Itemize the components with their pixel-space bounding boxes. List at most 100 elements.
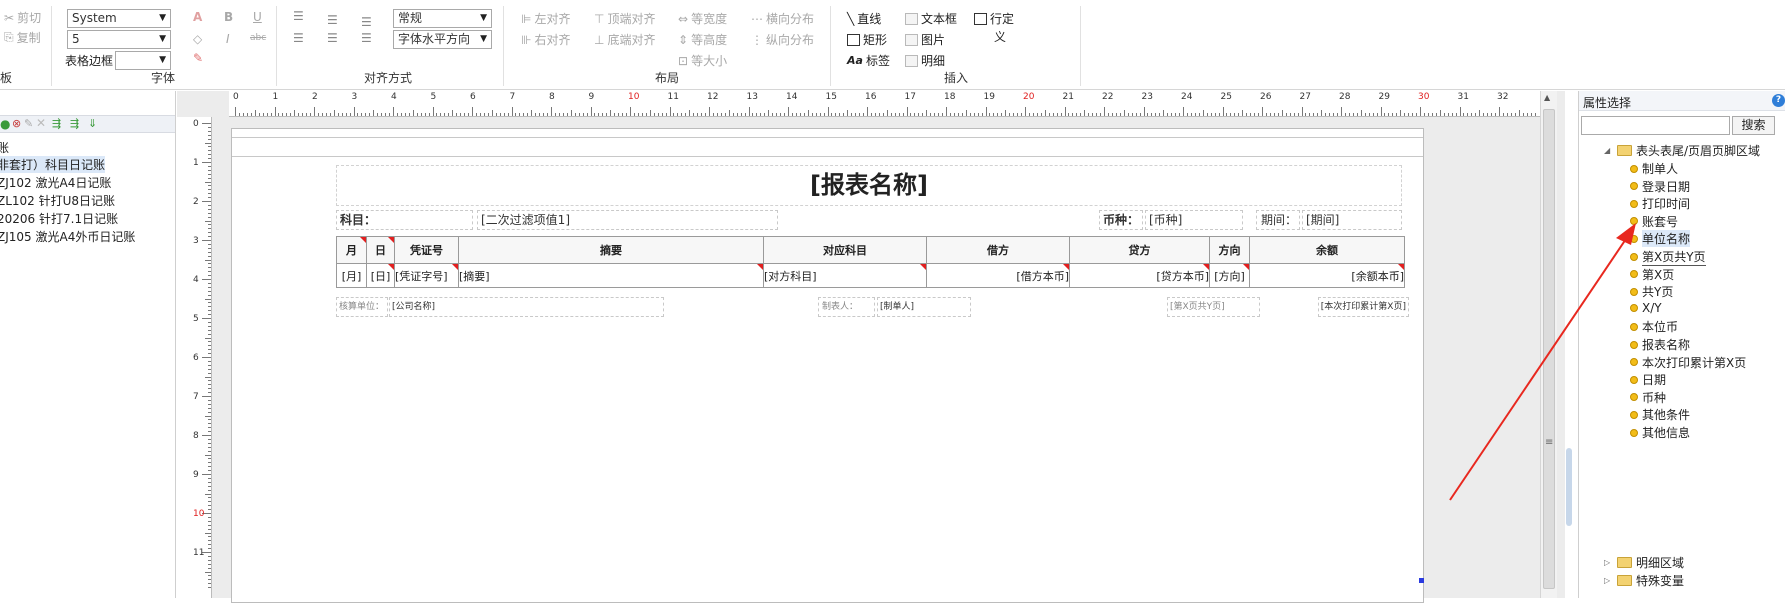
insert-label-button[interactable]: Aa 标签	[847, 52, 890, 69]
maker-label[interactable]: 制表人：	[818, 297, 875, 317]
print-count-field[interactable]: [本次打印累计第X页]	[1318, 297, 1409, 317]
strikethrough-button[interactable]: abc	[250, 33, 266, 43]
table-cell[interactable]: [借方本币]	[926, 263, 1070, 288]
column-header[interactable]: 贷方	[1069, 236, 1210, 264]
tree-leaf-item[interactable]: 制单人	[1630, 160, 1678, 177]
download-icon[interactable]: ⇓	[88, 117, 97, 130]
align-center-icon[interactable]: ☰	[327, 31, 338, 45]
column-header[interactable]: 借方	[926, 236, 1070, 264]
column-header[interactable]: 摘要	[458, 236, 764, 264]
align-middle-icon[interactable]: ☰	[327, 13, 338, 27]
list-item[interactable]: ZL102 针打U8日记账	[0, 192, 115, 209]
insert-rect-button[interactable]: 矩形	[847, 31, 887, 48]
insert-line-button[interactable]: ╲ 直线	[847, 10, 881, 27]
table-cell[interactable]: [贷方本币]	[1069, 263, 1210, 288]
ruler-tick	[1202, 110, 1204, 116]
cut-button[interactable]: ✂ 剪切	[4, 9, 41, 26]
delete-icon[interactable]: ⊗	[12, 117, 21, 130]
text-direction-select[interactable]: 字体水平方向 ▼	[393, 30, 492, 49]
unit-label[interactable]: 核算单位：	[336, 297, 388, 317]
resize-handle[interactable]	[1419, 578, 1424, 583]
ruler-tick	[208, 243, 211, 245]
column-header[interactable]: 日	[366, 236, 395, 264]
filter-value-field[interactable]: [二次过滤项值1]	[477, 210, 778, 230]
detail-table[interactable]: 月 日 凭证号 摘要 对应科目 借方 贷方 方向 余额 [月] [日] [凭证字…	[336, 236, 1405, 288]
currency-field[interactable]: [币种]	[1145, 210, 1243, 230]
period-field[interactable]: [期间]	[1302, 210, 1402, 230]
left-align-button[interactable]: ⊫ 左对齐	[521, 10, 570, 27]
company-field[interactable]: [公司名称]	[389, 297, 664, 317]
table-cell[interactable]: [月]	[336, 263, 367, 288]
column-header[interactable]: 凭证号	[394, 236, 459, 264]
font-color-button[interactable]: A	[193, 10, 202, 24]
h-distribute-button[interactable]: ⋯ 横向分布	[751, 10, 814, 27]
search-input[interactable]	[1581, 116, 1730, 135]
underline-button[interactable]: U	[253, 10, 262, 24]
table-cell[interactable]: [日]	[366, 263, 395, 288]
column-header[interactable]: 余额	[1249, 236, 1405, 264]
column-header[interactable]: 方向	[1209, 236, 1250, 264]
insert-detail-button[interactable]: 明细	[905, 52, 945, 69]
period-label[interactable]: 期间：	[1256, 210, 1300, 230]
add-icon[interactable]: ●	[0, 117, 10, 131]
bold-button[interactable]: B	[224, 10, 233, 24]
column-header[interactable]: 月	[336, 236, 367, 264]
search-button[interactable]: 搜索	[1732, 116, 1775, 135]
import-icon[interactable]: ⇶	[52, 117, 61, 130]
align-left-icon[interactable]: ☰	[293, 31, 304, 45]
copy-button[interactable]: ⎘ 复制	[4, 29, 41, 46]
tree-leaf-item[interactable]: 登录日期	[1630, 178, 1690, 195]
italic-button[interactable]: I	[226, 32, 230, 46]
table-cell[interactable]: [对方科目]	[763, 263, 927, 288]
equal-height-button[interactable]: ⇕ 等高度	[678, 31, 727, 48]
ruler-tick	[1048, 113, 1050, 116]
list-item[interactable]: 非套打）科目日记账	[0, 156, 106, 173]
list-item[interactable]: ZJ102 激光A4日记账	[0, 174, 111, 191]
bottom-align-button[interactable]: ⊥ 底端对齐	[594, 31, 655, 48]
maker-field[interactable]: [制单人]	[877, 297, 971, 317]
edit-icon[interactable]: ✎	[24, 117, 33, 130]
v-distribute-button[interactable]: ⋮ 纵向分布	[751, 31, 814, 48]
list-item[interactable]: ZJ105 激光A4外币日记账	[0, 228, 135, 245]
table-cell[interactable]: [摘要]	[458, 263, 764, 288]
table-cell[interactable]: [凭证字号]	[394, 263, 459, 288]
ruler-tick	[202, 396, 211, 397]
subject-label[interactable]: 科目：	[336, 210, 473, 230]
page-count-field[interactable]: [第X页共Y页]	[1167, 297, 1260, 317]
close-icon[interactable]: ✕	[36, 116, 46, 130]
export-icon[interactable]: ⇶	[70, 117, 79, 130]
image-icon	[905, 33, 918, 46]
scroll-up-icon[interactable]: ▲	[1544, 93, 1550, 102]
report-title[interactable]: [报表名称]	[336, 165, 1402, 206]
ruler-tick	[361, 113, 363, 116]
ruler-tick	[208, 372, 211, 374]
equal-size-button[interactable]: ⊡ 等大小	[678, 52, 727, 69]
right-align-button[interactable]: ⊪ 右对齐	[521, 31, 570, 48]
table-border-select[interactable]: ▼	[115, 51, 171, 70]
text-style-select[interactable]: 常规 ▼	[393, 9, 492, 28]
align-bottom-icon[interactable]: ☰	[361, 15, 372, 29]
list-item[interactable]: 20206 针打7.1日记账	[0, 210, 118, 227]
top-align-button[interactable]: ⊤ 顶端对齐	[594, 10, 655, 27]
equal-width-button[interactable]: ⇔ 等宽度	[678, 10, 727, 27]
align-right-icon[interactable]: ☰	[361, 31, 372, 45]
column-header[interactable]: 对应科目	[763, 236, 927, 264]
font-family-select[interactable]: System ▼	[67, 9, 171, 28]
table-cell[interactable]: [余额本币]	[1249, 263, 1405, 288]
table-cell[interactable]: [方向]	[1209, 263, 1250, 288]
align-top-icon[interactable]: ☰	[293, 9, 304, 23]
ruler-label: 2	[312, 92, 318, 102]
help-icon[interactable]: ?	[1772, 94, 1785, 107]
fill-color-icon[interactable]: ◇	[193, 32, 202, 46]
list-item[interactable]: 账	[0, 139, 9, 156]
font-size-select[interactable]: 5 ▼	[67, 30, 171, 49]
tree-node-header-footer[interactable]: ◢ 表头表尾/页眉页脚区域	[1604, 142, 1760, 159]
custom-line-button[interactable]: 行定	[974, 10, 1014, 27]
tree-node-special-vars[interactable]: ▷ 特殊变量	[1604, 572, 1684, 589]
currency-label[interactable]: 币种：	[1099, 210, 1143, 230]
insert-textbox-button[interactable]: 文本框	[905, 10, 957, 27]
pen-icon[interactable]: ✎	[193, 51, 203, 65]
insert-image-button[interactable]: 图片	[905, 31, 945, 48]
tree-node-detail-area[interactable]: ▷ 明细区域	[1604, 554, 1684, 571]
panel-title: 属性选择	[1583, 96, 1632, 110]
